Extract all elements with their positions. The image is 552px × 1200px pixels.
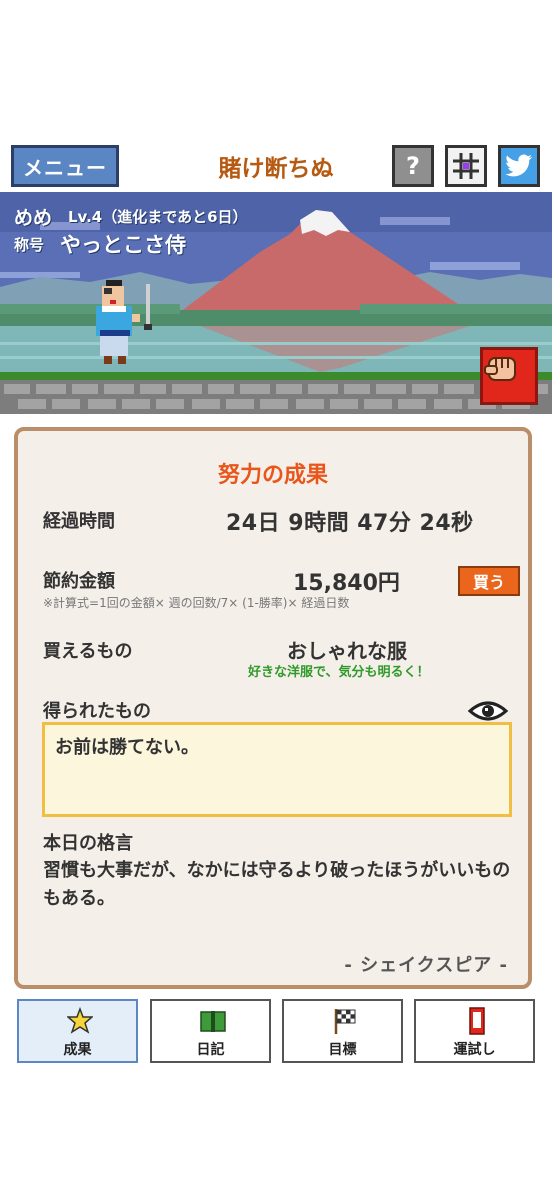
purchasable-item: おしゃれな服 [287,639,407,663]
tab-label: 日記 [196,1042,225,1058]
fist-icon [484,357,516,381]
gained-label: 得られたもの [43,701,151,722]
savings-value: 15,840円 [293,571,400,596]
purchasable-label: 買えるもの [43,641,133,662]
tab-diary[interactable]: 日記 [150,999,271,1063]
achievement-card: 努力の成果 経過時間 24日 9時間 47分 24秒 節約金額 15,840円 … [14,427,532,989]
fortune-slip-icon [469,1007,485,1035]
grid-icon [453,153,479,179]
tab-label: 運試し [453,1042,496,1058]
star-icon [67,1007,93,1034]
quote-text: 習慣も大事だが、なかには守るより破ったほうがいいものもある。 [43,860,511,909]
gained-memo-box[interactable]: お前は勝てない。 [42,722,512,817]
question-icon: ? [406,152,420,180]
tab-goals[interactable]: 目標 [282,999,403,1063]
rank-title-value: やっとこさ侍 [60,233,186,257]
book-icon [200,1011,226,1032]
quote-author: - シェイクスピア - [344,955,508,976]
twitter-bird-icon [505,154,532,177]
game-scene: めめ Lv.4（進化まであと6日） 称号 やっとこさ侍 [0,192,552,414]
purchasable-description: 好きな洋服で、気分も明るく！ [248,665,430,680]
tab-label: 成果 [63,1042,92,1058]
app-title: 賭け断ちぬ [218,156,334,182]
help-button[interactable]: ? [392,145,434,187]
buy-button[interactable]: 買う [458,566,520,596]
fist-button[interactable] [480,347,538,405]
player-name: めめ [14,207,53,229]
eye-icon[interactable] [468,699,508,723]
rank-title-label: 称号 [14,236,45,254]
savings-label: 節約金額 [43,571,115,592]
twitter-share-button[interactable] [498,145,540,187]
tab-fortune[interactable]: 運試し [414,999,535,1063]
header-bar: メニュー 賭け断ちぬ ? [0,140,552,192]
elapsed-time-value: 24日 9時間 47分 24秒 [226,511,474,536]
savings-formula: ※計算式=1回の金額× 週の回数/7× (1-勝率)× 経過日数 [43,596,350,610]
tab-results[interactable]: 成果 [17,999,138,1063]
elapsed-time-label: 経過時間 [43,511,115,532]
flag-icon [334,1009,356,1034]
quote-label: 本日の格言 [43,833,133,854]
player-level: Lv.4（進化まであと6日） [68,208,248,226]
grid-button[interactable] [445,145,487,187]
card-heading: 努力の成果 [217,463,328,488]
menu-button[interactable]: メニュー [11,145,119,187]
tab-label: 目標 [328,1042,357,1058]
